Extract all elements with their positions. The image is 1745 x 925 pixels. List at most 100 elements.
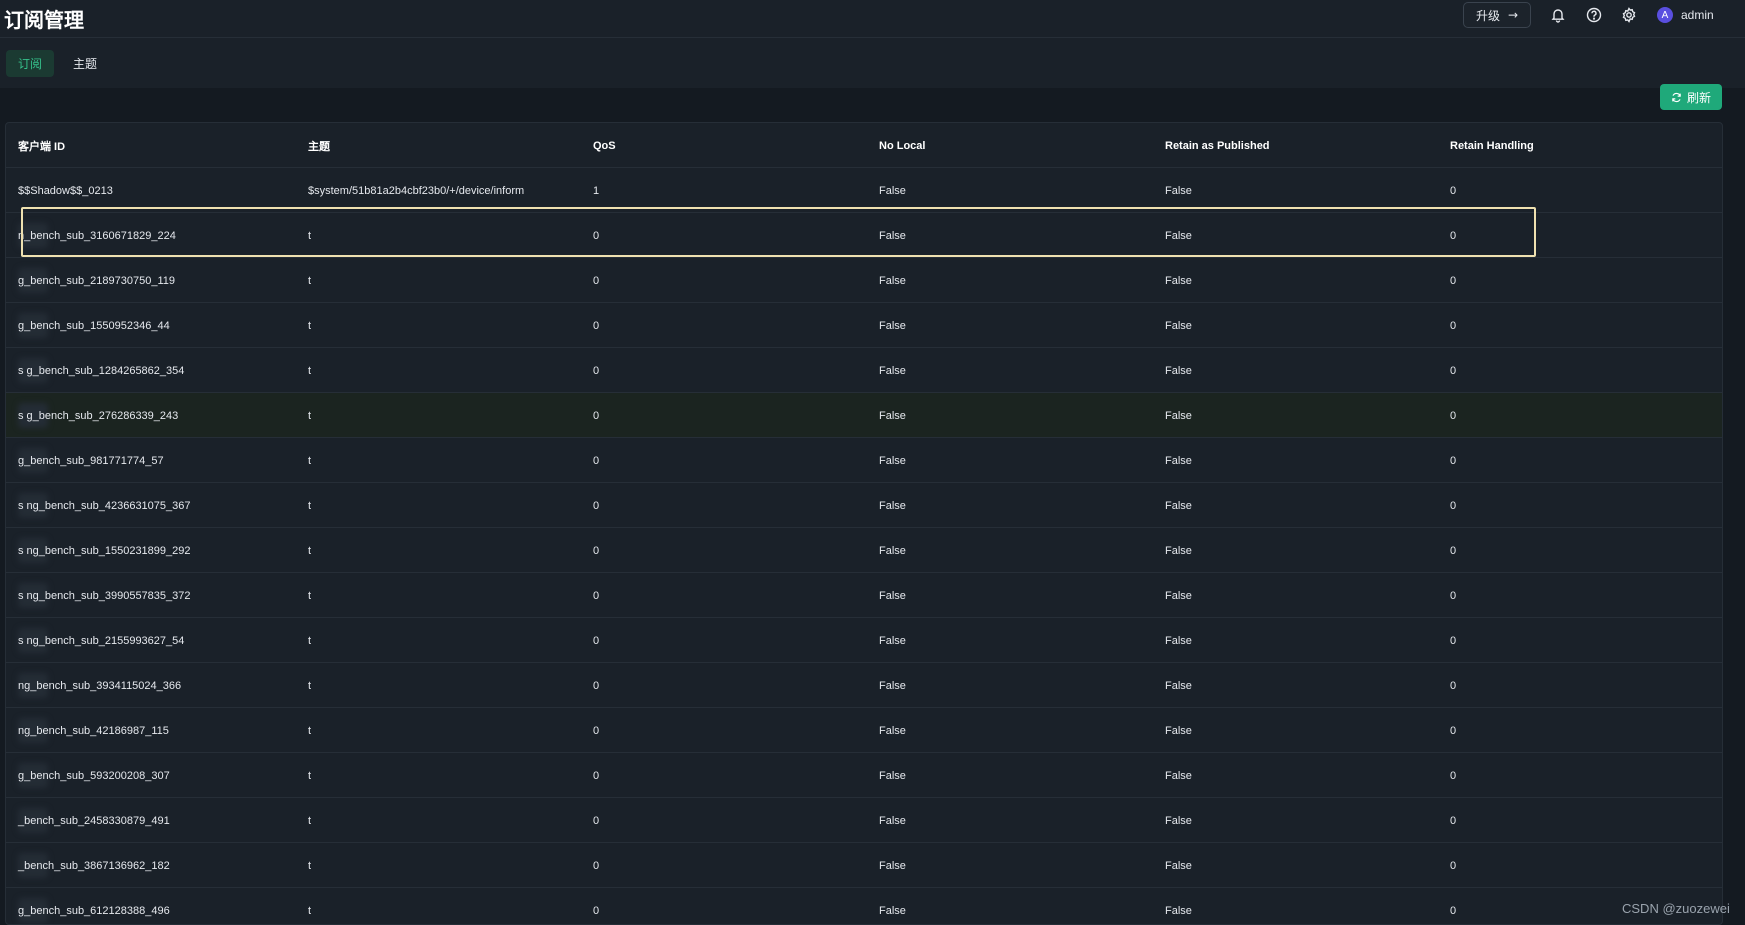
upgrade-button[interactable]: 升级 →: [1463, 2, 1531, 28]
refresh-icon: [1672, 92, 1681, 102]
qos-cell: 0: [593, 589, 600, 602]
topic-cell: $system/51b81a2b4cbf23b0/+/device/inform: [308, 184, 525, 197]
tab-bar: 订阅 主题: [0, 38, 1745, 88]
topic-cell: t: [308, 364, 312, 377]
table-row[interactable]: _bench_sub_3867136962_182 t 0 False False 0: [6, 843, 1722, 888]
retain-handling-cell: 0: [1450, 859, 1457, 872]
qos-cell: 0: [593, 814, 600, 827]
retain-handling-cell: 0: [1450, 184, 1457, 197]
retain-as-published-cell: False: [1165, 769, 1192, 782]
table-row[interactable]: s ng_bench_sub_1550231899_292 t 0 False Fals…: [6, 528, 1722, 573]
no-local-cell: False: [879, 364, 906, 377]
table-row[interactable]: $$Shadow$$_0213 $system/51b81a2b4cbf23b0/…: [6, 168, 1722, 213]
client-id-cell: n_bench_sub_3160671829_224: [18, 229, 176, 242]
subscription-table: 客户端 ID 主题 QoS No Local Retain as Publish…: [5, 122, 1723, 925]
table-row[interactable]: g_bench_sub_1550952346_44 t 0 False False 0: [6, 303, 1722, 348]
table-row[interactable]: s ng_bench_sub_4236631075_367 t 0 False Fals…: [6, 483, 1722, 528]
no-local-cell: False: [879, 679, 906, 692]
retain-handling-cell: 0: [1450, 769, 1457, 782]
table-row[interactable]: g_bench_sub_981771774_57 t 0 False False 0: [6, 438, 1722, 483]
table-row[interactable]: _bench_sub_2458330879_491 t 0 False False 0: [6, 798, 1722, 843]
client-id-cell: s ng_bench_sub_3990557835_372: [18, 589, 191, 602]
topic-cell: t: [308, 544, 312, 557]
table-row[interactable]: s g_bench_sub_276286339_243 t 0 False False 0: [6, 393, 1722, 438]
table-row[interactable]: s ng_bench_sub_2155993627_54 t 0 False False…: [6, 618, 1722, 663]
retain-as-published-cell: False: [1165, 589, 1192, 602]
qos-cell: 0: [593, 319, 600, 332]
table-row[interactable]: g_bench_sub_593200208_307 t 0 False False 0: [6, 753, 1722, 798]
table-row[interactable]: s g_bench_sub_1284265862_354 t 0 False False…: [6, 348, 1722, 393]
column-header-qos: QoS: [593, 139, 616, 152]
qos-cell: 0: [593, 634, 600, 647]
retain-handling-cell: 0: [1450, 409, 1457, 422]
table-row[interactable]: n_bench_sub_3160671829_224 t 0 False False 0: [6, 213, 1722, 258]
topic-cell: t: [308, 769, 312, 782]
topic-cell: t: [308, 454, 312, 467]
client-id-cell: s g_bench_sub_1284265862_354: [18, 364, 185, 377]
client-id-cell: s ng_bench_sub_4236631075_367: [18, 499, 191, 512]
no-local-cell: False: [879, 229, 906, 242]
retain-handling-cell: 0: [1450, 319, 1457, 332]
topic-cell: t: [308, 274, 312, 287]
qos-cell: 0: [593, 229, 600, 242]
topic-cell: t: [308, 319, 312, 332]
retain-handling-cell: 0: [1450, 679, 1457, 692]
retain-handling-cell: 0: [1450, 274, 1457, 287]
gear-icon[interactable]: [1619, 5, 1639, 25]
bell-icon[interactable]: [1548, 5, 1568, 25]
topic-cell: t: [308, 589, 312, 602]
username: admin: [1681, 8, 1714, 22]
topic-cell: t: [308, 409, 312, 422]
client-id-cell: ng_bench_sub_3934115024_366: [18, 679, 182, 692]
qos-cell: 0: [593, 364, 600, 377]
table-row[interactable]: g_bench_sub_2189730750_119 t 0 False False 0: [6, 258, 1722, 303]
topic-cell: t: [308, 229, 312, 242]
client-id-cell: s ng_bench_sub_2155993627_54: [18, 634, 185, 647]
retain-as-published-cell: False: [1165, 499, 1192, 512]
table-row[interactable]: s ng_bench_sub_3990557835_372 t 0 False Fals…: [6, 573, 1722, 618]
topic-cell: t: [308, 499, 312, 512]
tab-topics[interactable]: 主题: [61, 50, 109, 77]
retain-as-published-cell: False: [1165, 364, 1192, 377]
retain-handling-cell: 0: [1450, 724, 1457, 737]
qos-cell: 0: [593, 859, 600, 872]
retain-handling-cell: 0: [1450, 364, 1457, 377]
no-local-cell: False: [879, 724, 906, 737]
client-id-cell: g_bench_sub_981771774_57: [18, 454, 164, 467]
table-row[interactable]: ng_bench_sub_42186987_115 t 0 False False 0: [6, 708, 1722, 753]
help-icon[interactable]: [1584, 5, 1604, 25]
topic-cell: t: [308, 859, 312, 872]
retain-handling-cell: 0: [1450, 229, 1457, 242]
top-bar: 订阅管理 升级 → A admin: [0, 0, 1745, 38]
client-id-cell: ng_bench_sub_42186987_115: [18, 724, 169, 737]
retain-as-published-cell: False: [1165, 454, 1192, 467]
retain-as-published-cell: False: [1165, 319, 1192, 332]
qos-cell: 0: [593, 544, 600, 557]
no-local-cell: False: [879, 904, 906, 917]
table-row[interactable]: g_bench_sub_612128388_496 t 0 False False 0: [6, 888, 1722, 924]
column-header-retain-as-published: Retain as Published: [1165, 139, 1270, 152]
topic-cell: t: [308, 634, 312, 647]
retain-as-published-cell: False: [1165, 859, 1192, 872]
client-id-cell: s ng_bench_sub_1550231899_292: [18, 544, 191, 557]
qos-cell: 0: [593, 409, 600, 422]
client-id-cell: g_bench_sub_1550952346_44: [18, 319, 170, 332]
no-local-cell: False: [879, 544, 906, 557]
retain-handling-cell: 0: [1450, 499, 1457, 512]
no-local-cell: False: [879, 814, 906, 827]
topic-cell: t: [308, 904, 312, 917]
retain-as-published-cell: False: [1165, 409, 1192, 422]
user-menu[interactable]: A admin: [1657, 5, 1714, 25]
no-local-cell: False: [879, 409, 906, 422]
avatar: A: [1657, 7, 1673, 23]
retain-handling-cell: 0: [1450, 634, 1457, 647]
retain-as-published-cell: False: [1165, 184, 1192, 197]
client-id-cell: s g_bench_sub_276286339_243: [18, 409, 179, 422]
refresh-button[interactable]: 刷新: [1660, 84, 1722, 110]
column-header-topic: 主题: [308, 140, 330, 153]
table-row[interactable]: ng_bench_sub_3934115024_366 t 0 False False 0: [6, 663, 1722, 708]
column-header-retain-handling: Retain Handling: [1450, 139, 1534, 152]
retain-as-published-cell: False: [1165, 904, 1192, 917]
client-id-cell: g_bench_sub_612128388_496: [18, 904, 170, 917]
tab-subscriptions[interactable]: 订阅: [6, 50, 55, 77]
